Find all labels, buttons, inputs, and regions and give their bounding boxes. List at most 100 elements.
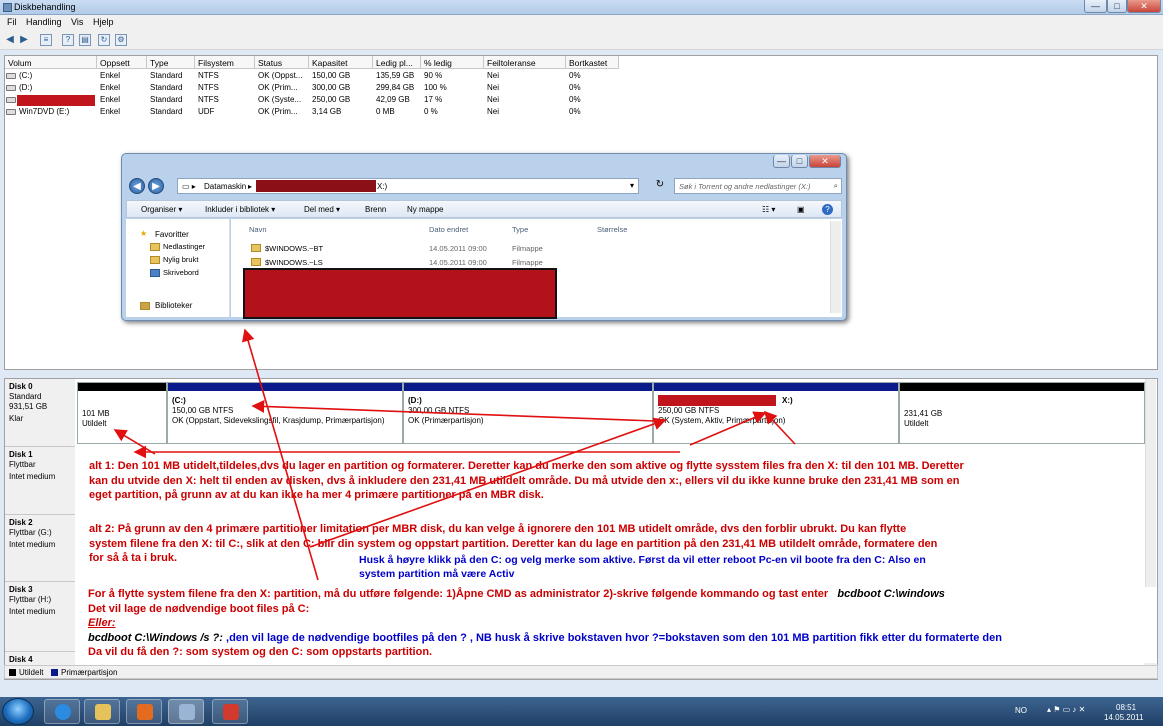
menu-hjelp[interactable]: Hjelp (93, 17, 114, 27)
disk-label[interactable]: Disk 3 Flyttbar (H:) Intet medium (5, 582, 75, 652)
volume-cell: 0% (569, 107, 581, 116)
col-header[interactable]: Type (147, 56, 195, 69)
clock-time[interactable]: 08:51 (1116, 703, 1136, 712)
col-header[interactable]: % ledig (421, 56, 484, 69)
organize-button[interactable]: Organiser ▾ (141, 205, 182, 214)
menu-fil[interactable]: Fil (7, 17, 17, 27)
search-input[interactable]: Søk i Torrent og andre nedlastinger (X:)… (674, 178, 842, 194)
col-header[interactable]: Feiltoleranse (484, 56, 566, 69)
help-icon[interactable]: ? (822, 204, 833, 215)
disk-info: 931,51 GB (9, 402, 48, 411)
disk-label[interactable]: Disk 1 Flyttbar Intet medium (5, 447, 75, 515)
partition-text: 101 MB Utildelt (82, 409, 164, 429)
partition-status: Utildelt (82, 419, 107, 428)
menu-handling[interactable]: Handling (26, 17, 62, 27)
disk-info: Intet medium (9, 607, 56, 616)
clock-date[interactable]: 14.05.2011 (1104, 713, 1143, 722)
refresh-icon[interactable]: ↻ (651, 179, 669, 193)
col-name[interactable]: Navn (249, 225, 267, 234)
maximize-button[interactable]: □ (1107, 0, 1127, 13)
volume-cell[interactable]: (C:) (19, 71, 32, 80)
partition-status: OK (Oppstart, Sidevekslingsfil, Krasjdum… (172, 416, 385, 425)
partition-bar (78, 383, 166, 391)
nav-desktop[interactable]: Skrivebord (163, 268, 199, 277)
volume-cell: NTFS (198, 71, 219, 80)
address-bar[interactable]: ▭ ▸ Datamaskin ▸ X:) ▾ (177, 178, 639, 194)
forward-arrow-icon[interactable]: ▶ (18, 34, 30, 46)
disk-management-icon (3, 3, 12, 12)
taskbar-toolbox[interactable] (212, 699, 248, 724)
partition-block[interactable]: (D:) 300,00 GB NTFS OK (Primærpartisjon) (403, 382, 653, 444)
close-button[interactable]: ✕ (1127, 0, 1161, 13)
refresh-icon[interactable]: ↻ (98, 34, 110, 46)
col-header[interactable]: Kapasitet (309, 56, 373, 69)
col-header[interactable]: Ledig pl... (373, 56, 421, 69)
breadcrumb-drive[interactable]: X:) (377, 182, 387, 191)
new-folder-button[interactable]: Ny mappe (407, 205, 443, 214)
chevron-down-icon[interactable]: ▾ (630, 181, 634, 190)
partition-block[interactable]: X:) 250,00 GB NTFS OK (System, Aktiv, Prim… (653, 382, 899, 444)
col-type[interactable]: Type (512, 225, 528, 234)
start-button[interactable] (2, 698, 34, 725)
explorer-close-button[interactable]: ✕ (809, 155, 841, 168)
share-button[interactable]: Del med ▾ (304, 205, 340, 214)
col-header[interactable]: Oppsett (97, 56, 147, 69)
taskbar-media[interactable] (126, 699, 162, 724)
back-arrow-icon[interactable]: ◀ (4, 34, 16, 46)
scrollbar[interactable] (830, 221, 841, 313)
settings-icon[interactable]: ⚙ (115, 34, 127, 46)
col-header[interactable]: Status (255, 56, 309, 69)
nav-downloads[interactable]: Nedlastinger (163, 242, 205, 251)
burn-button[interactable]: Brenn (365, 205, 386, 214)
howto-cmd2: bcdboot C:\Windows /s ?: (88, 631, 223, 644)
preview-pane-icon[interactable]: ▣ (797, 205, 805, 214)
explorer-minimize-button[interactable]: — (773, 155, 790, 168)
legend: Utildelt Primærpartisjon (4, 665, 1158, 679)
view-options-icon[interactable]: ☷ ▾ (762, 205, 775, 214)
search-placeholder: Søk i Torrent og andre nedlastinger (X:) (679, 182, 811, 191)
file-type: Filmappe (512, 258, 543, 267)
disk-label[interactable]: Disk 2 Flyttbar (G:) Intet medium (5, 515, 75, 582)
tray-icons[interactable]: ▴ ⚑ ▭ ♪ ✕ (1047, 705, 1085, 714)
col-size[interactable]: Størrelse (597, 225, 627, 234)
disk-info: Klar (9, 414, 24, 423)
partition-block[interactable]: (C:) 150,00 GB NTFS OK (Oppstart, Sideveks… (167, 382, 403, 444)
col-header[interactable]: Bortkastet (566, 56, 619, 69)
volume-cell: 135,59 GB (376, 71, 415, 80)
back-button[interactable]: ◀ (129, 178, 145, 194)
taskbar-computer-management[interactable] (168, 699, 204, 724)
include-library-button[interactable]: Inkluder i bibliotek ▾ (205, 205, 275, 214)
col-date[interactable]: Dato endret (429, 225, 468, 234)
forward-button[interactable]: ▶ (148, 178, 164, 194)
howto-line1: For å flytte system filene fra den X: pa… (88, 588, 829, 600)
volume-cell[interactable]: (D:) (19, 83, 32, 92)
minimize-button[interactable]: — (1084, 0, 1107, 13)
partition-block[interactable]: 231,41 GB Utildelt (899, 382, 1145, 444)
disk-label[interactable]: Disk 0 Standard 931,51 GB Klar (5, 379, 75, 447)
search-icon[interactable]: ⌕ (834, 181, 838, 191)
properties-icon[interactable]: ▤ (79, 34, 91, 46)
nav-recent[interactable]: Nylig brukt (163, 255, 198, 264)
breadcrumb-root[interactable]: Datamaskin (204, 182, 246, 191)
help-icon[interactable]: ? (62, 34, 74, 46)
col-header[interactable]: Volum (5, 56, 97, 69)
partition-status: OK (Primærpartisjon) (408, 416, 484, 425)
taskbar-explorer[interactable] (84, 699, 120, 724)
explorer-maximize-button[interactable]: □ (791, 155, 808, 168)
volume-cell: Enkel (100, 95, 121, 104)
howto-line2: Det vil lage de nødvendige boot files på… (88, 602, 310, 615)
volume-cell[interactable]: Win7DVD (E:) (19, 107, 69, 116)
taskbar-ie[interactable] (44, 699, 80, 724)
language-indicator[interactable]: NO (1015, 706, 1027, 715)
menu-vis[interactable]: Vis (71, 17, 83, 27)
volume-cell: OK (Oppst... (258, 71, 303, 80)
file-name[interactable]: $WINDOWS.~BT (265, 244, 323, 253)
computer-management-icon (179, 704, 195, 720)
nav-libraries[interactable]: Biblioteker (155, 301, 192, 310)
file-name[interactable]: $WINDOWS.~LS (265, 258, 323, 267)
list-view-icon[interactable]: ≡ (40, 34, 52, 46)
col-header[interactable]: Filsystem (195, 56, 255, 69)
partition-block[interactable]: 101 MB Utildelt (77, 382, 167, 444)
nav-favorites[interactable]: Favoritter (155, 230, 189, 239)
volume-cell: 250,00 GB (312, 95, 351, 104)
